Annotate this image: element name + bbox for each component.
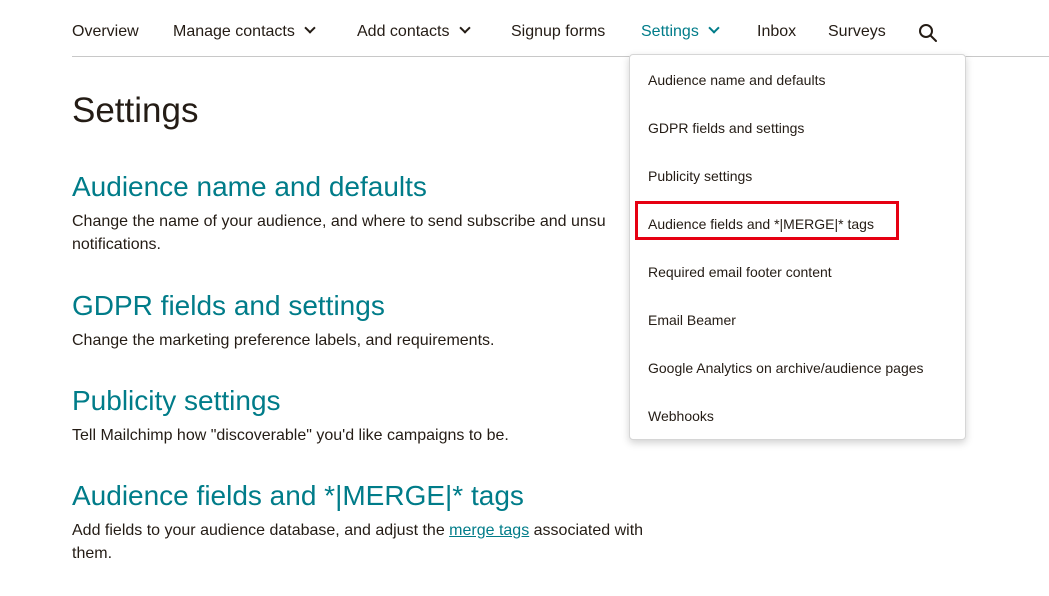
section-heading-gdpr[interactable]: GDPR fields and settings [72, 289, 385, 323]
menu-item-google-analytics[interactable]: Google Analytics on archive/audience pag… [648, 359, 924, 377]
section-desc-gdpr: Change the marketing preference labels, … [72, 329, 682, 352]
section-desc-line: Change the name of your audience, and wh… [72, 213, 606, 230]
merge-tags-link[interactable]: merge tags [449, 522, 529, 539]
section-desc-merge-tags: Add fields to your audience database, an… [72, 519, 682, 565]
section-desc-publicity: Tell Mailchimp how "discoverable" you'd … [72, 424, 682, 447]
nav-manage-contacts-label: Manage contacts [173, 23, 295, 40]
nav-inbox[interactable]: Inbox [757, 22, 796, 42]
menu-item-audience-fields-merge-tags[interactable]: Audience fields and *|MERGE|* tags [648, 215, 874, 233]
section-heading-audience-name[interactable]: Audience name and defaults [72, 170, 427, 204]
nav-manage-contacts[interactable]: Manage contacts [173, 22, 316, 42]
search-icon[interactable] [918, 23, 938, 43]
section-desc-text: associated with [529, 522, 644, 539]
nav-settings[interactable]: Settings [641, 22, 720, 42]
section-desc-line: Tell Mailchimp how "discoverable" you'd … [72, 427, 509, 444]
section-heading-publicity[interactable]: Publicity settings [72, 384, 281, 418]
chevron-down-icon [458, 22, 471, 34]
menu-item-publicity[interactable]: Publicity settings [648, 167, 752, 185]
nav-overview[interactable]: Overview [72, 22, 139, 42]
menu-item-audience-name[interactable]: Audience name and defaults [648, 71, 825, 89]
section-desc-line: notifications. [72, 236, 161, 253]
section-desc-text: Add fields to your audience database, an… [72, 522, 450, 539]
section-desc-line: Change the marketing preference labels, … [72, 332, 495, 349]
menu-item-gdpr[interactable]: GDPR fields and settings [648, 119, 804, 137]
section-desc-audience-name: Change the name of your audience, and wh… [72, 210, 682, 256]
nav-signup-forms[interactable]: Signup forms [511, 22, 605, 42]
nav-add-contacts-label: Add contacts [357, 23, 450, 40]
section-desc-line: them. [72, 545, 113, 562]
menu-item-webhooks[interactable]: Webhooks [648, 407, 714, 425]
chevron-down-icon [304, 22, 316, 34]
nav-settings-label: Settings [641, 23, 699, 40]
nav-surveys[interactable]: Surveys [828, 22, 886, 42]
page-title: Settings [72, 91, 199, 130]
page: Overview Manage contacts Add contacts Si… [0, 0, 1049, 596]
menu-item-email-footer[interactable]: Required email footer content [648, 263, 832, 281]
top-navigation: Overview Manage contacts Add contacts Si… [72, 0, 1049, 57]
menu-item-email-beamer[interactable]: Email Beamer [648, 311, 736, 329]
chevron-down-icon [708, 22, 720, 34]
nav-add-contacts[interactable]: Add contacts [357, 22, 471, 42]
settings-dropdown-menu: Audience name and defaults GDPR fields a… [629, 54, 966, 440]
section-heading-merge-tags[interactable]: Audience fields and *|MERGE|* tags [72, 479, 524, 513]
